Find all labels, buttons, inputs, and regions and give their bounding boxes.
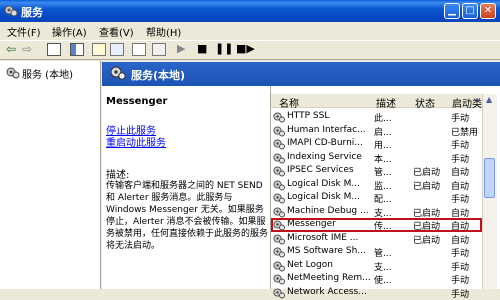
service-gear-icon: [273, 288, 285, 299]
menu-help[interactable]: 帮助(H): [146, 24, 181, 39]
service-row[interactable]: HTTP SSL 此... 手动: [271, 111, 482, 124]
service-gear-icon: [273, 274, 285, 285]
service-name: IMAPI CD-Burni...: [287, 138, 363, 148]
service-gear-icon: [273, 126, 285, 137]
service-startup-type: 手动: [451, 276, 470, 286]
export-list-icon[interactable]: [132, 43, 146, 56]
stop-service-icon[interactable]: ■: [197, 42, 207, 55]
service-description-short: 用...: [374, 141, 392, 151]
service-name: MS Software Sh...: [287, 246, 366, 256]
service-gear-icon: [273, 261, 285, 272]
menu-file[interactable]: 文件(F): [7, 24, 41, 39]
service-gear-icon: [273, 234, 285, 245]
forward-icon[interactable]: ⇨: [22, 42, 32, 56]
menu-view[interactable]: 查看(V): [99, 24, 134, 39]
show-tree-icon[interactable]: [70, 43, 84, 56]
service-row[interactable]: Human Interfac... 启... 已禁用: [271, 125, 482, 138]
column-header-name[interactable]: 名称: [279, 95, 299, 110]
service-description-short: 本...: [374, 155, 392, 165]
service-gear-icon: [273, 193, 285, 204]
window-title: 服务: [21, 6, 43, 19]
service-row[interactable]: IMAPI CD-Burni... 用... 手动: [271, 138, 482, 151]
properties-icon[interactable]: [92, 43, 106, 56]
description-label: 描述:: [106, 170, 130, 181]
service-name: Logical Disk M...: [287, 179, 360, 189]
minimize-button[interactable]: ▁: [444, 3, 460, 19]
service-description-short: 监...: [374, 182, 392, 192]
service-startup-type: 手动: [451, 263, 470, 273]
service-description-short: 管...: [374, 168, 392, 178]
service-description-short: 支...: [374, 263, 392, 273]
service-gear-icon: [273, 153, 285, 164]
service-row[interactable]: Indexing Service 本... 手动: [271, 152, 482, 165]
services-app-icon: [4, 5, 18, 17]
service-description-short: 使...: [374, 276, 392, 286]
start-service-icon[interactable]: ▶: [177, 42, 185, 55]
service-startup-type: 手动: [451, 249, 470, 259]
service-status: 已启动: [413, 168, 441, 178]
service-startup-type: 手动: [451, 195, 470, 205]
service-name: Machine Debug ...: [287, 206, 369, 216]
refresh-icon[interactable]: [110, 43, 124, 56]
panel-title: 服务(本地): [131, 69, 186, 82]
help-icon[interactable]: [152, 43, 166, 56]
pause-service-icon[interactable]: ❚❚: [215, 42, 233, 55]
service-name: Logical Disk M...: [287, 192, 360, 202]
selected-service-name: Messenger: [106, 96, 168, 107]
service-description-short: 管...: [374, 249, 392, 259]
service-name: Microsoft IME ...: [287, 233, 359, 243]
services-gear-icon: [110, 66, 126, 80]
close-button[interactable]: ✕: [480, 3, 496, 19]
service-name: Human Interfac...: [287, 125, 366, 135]
service-row[interactable]: Net Logon 支... 手动: [271, 260, 482, 273]
service-startup-type: 手动: [451, 155, 470, 165]
scroll-thumb[interactable]: [484, 158, 495, 198]
maximize-button[interactable]: □: [462, 3, 478, 19]
service-startup-type: 手动: [451, 114, 470, 124]
service-row[interactable]: Microsoft IME ... 已启动 自动: [271, 233, 482, 246]
service-name: IPSEC Services: [287, 165, 354, 175]
service-name: Net Logon: [287, 260, 333, 270]
service-gear-icon: [273, 112, 285, 123]
service-row[interactable]: MS Software Sh... 管... 手动: [271, 246, 482, 259]
column-header-status[interactable]: 状态: [415, 95, 435, 110]
service-status: 已启动: [413, 236, 441, 246]
restart-service-link[interactable]: 重启动此服务: [106, 134, 166, 149]
service-status: 已启动: [413, 182, 441, 192]
service-gear-icon: [273, 139, 285, 150]
service-startup-type: 已禁用: [451, 128, 479, 138]
service-description: 传输客户端和服务器之间的 NET SEND 和 Alerter 服务消息。此服务…: [106, 181, 269, 251]
sort-arrow-icon: ^: [474, 97, 481, 106]
service-row[interactable]: Logical Disk M... 监... 已启动 自动: [271, 179, 482, 192]
service-row[interactable]: IPSEC Services 管... 已启动 自动: [271, 165, 482, 178]
column-header-description[interactable]: 描述: [376, 95, 396, 110]
console-tree-pane: [0, 61, 101, 289]
scroll-up-icon[interactable]: ▲: [486, 95, 492, 104]
back-icon[interactable]: ⇦: [6, 42, 16, 56]
service-row[interactable]: NetMeeting Rem... 使... 手动: [271, 273, 482, 286]
highlight-box: [271, 218, 482, 232]
services-gear-icon: [6, 67, 20, 79]
service-row[interactable]: Logical Disk M... 配... 手动: [271, 192, 482, 205]
service-gear-icon: [273, 207, 285, 218]
service-gear-icon: [273, 247, 285, 258]
service-description-short: 启...: [374, 128, 392, 138]
title-bar: [0, 0, 500, 22]
up-icon[interactable]: [47, 43, 61, 56]
menu-action[interactable]: 操作(A): [52, 24, 87, 39]
service-gear-icon: [273, 180, 285, 191]
service-description-short: 配...: [374, 195, 392, 205]
service-name: NetMeeting Rem...: [287, 273, 371, 283]
service-description-short: 此...: [374, 114, 392, 124]
service-name: Indexing Service: [287, 152, 362, 162]
service-gear-icon: [273, 166, 285, 177]
service-name: HTTP SSL: [287, 111, 330, 121]
service-startup-type: 自动: [451, 236, 470, 246]
restart-service-icon[interactable]: ■▶: [236, 42, 255, 55]
tree-item-services-local[interactable]: 服务 (本地): [22, 66, 73, 81]
service-startup-type: 自动: [451, 182, 470, 192]
service-startup-type: 自动: [451, 168, 470, 178]
service-startup-type: 手动: [451, 141, 470, 151]
